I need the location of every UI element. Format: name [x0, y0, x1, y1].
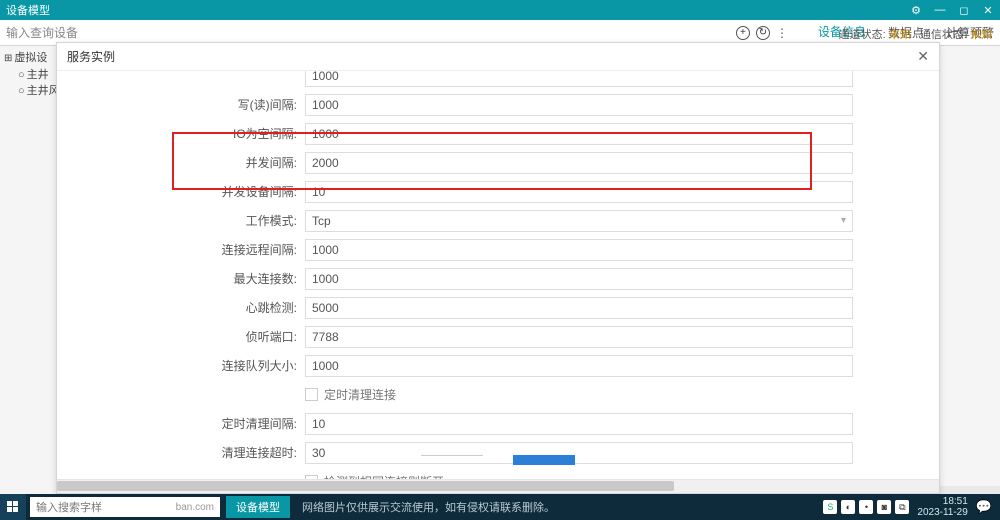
dialog-title: 服务实例	[67, 48, 115, 65]
window-title: 设备模型	[6, 2, 50, 18]
tray-icon-4[interactable]: ◙	[877, 500, 891, 514]
label-concurrent-device-interval: 并发设备间隔:	[57, 183, 305, 200]
close-icon[interactable]: ✕	[982, 4, 994, 16]
more-icon[interactable]: ⋮	[776, 26, 788, 40]
dialog-buttons-peek	[421, 455, 575, 465]
tray-icons: S ◐ • ◙ ⧉	[823, 500, 909, 514]
tray-icon-2[interactable]: ◐	[841, 500, 855, 514]
input-concurrent-interval[interactable]	[305, 152, 853, 174]
input-max-connections[interactable]	[305, 268, 853, 290]
form-row-io-empty-interval: IO为空间隔:	[57, 119, 939, 148]
device-tree[interactable]: 虚拟设 主井 主井风	[4, 50, 60, 99]
label-max-connections: 最大连接数:	[57, 270, 305, 287]
add-icon[interactable]: +	[736, 26, 750, 40]
form-row-concurrent-interval: 并发间隔:	[57, 148, 939, 177]
minimize-icon[interactable]: —	[934, 4, 946, 16]
settings-icon[interactable]: ⚙	[910, 4, 922, 16]
taskbar-clock[interactable]: 18:51 2023-11-29	[917, 496, 967, 518]
input-heartbeat[interactable]	[305, 297, 853, 319]
input-listen-port[interactable]	[305, 326, 853, 348]
label-work-mode: 工作模式:	[57, 212, 305, 229]
label-listen-port: 侦听端口:	[57, 328, 305, 345]
taskbar-app-label: 设备模型	[236, 499, 280, 515]
input-concurrent-device-interval[interactable]	[305, 181, 853, 203]
tray-icon-1[interactable]: S	[823, 500, 837, 514]
service-instance-dialog: 服务实例 ✕ 写(读)间隔: IO为空间隔: 并发间隔: 并发设备间隔:	[56, 42, 940, 494]
label-cleanup-interval: 定时清理间隔:	[57, 415, 305, 432]
notifications-icon[interactable]: 💬	[976, 499, 992, 515]
checkbox-scheduled-cleanup[interactable]	[305, 388, 318, 401]
input-io-empty-interval[interactable]	[305, 123, 853, 145]
os-taskbar: 输入搜索字样 ban.com 设备模型 网络图片仅供展示交流使用，如有侵权请联系…	[0, 494, 1000, 520]
tray-icon-3[interactable]: •	[859, 500, 873, 514]
clock-date: 2023-11-29	[917, 507, 967, 518]
window-titlebar: 设备模型 ⚙ — ◻ ✕	[0, 0, 1000, 20]
input-write-interval[interactable]	[305, 94, 853, 116]
settings-form: 写(读)间隔: IO为空间隔: 并发间隔: 并发设备间隔: 工作模式: Tcp	[57, 71, 939, 479]
dialog-body: 写(读)间隔: IO为空间隔: 并发间隔: 并发设备间隔: 工作模式: Tcp	[57, 71, 939, 479]
taskbar-search-placeholder: 输入搜索字样	[36, 499, 102, 515]
label-heartbeat: 心跳检测:	[57, 299, 305, 316]
input-partial[interactable]	[305, 71, 853, 87]
maximize-icon[interactable]: ◻	[958, 4, 970, 16]
form-row-write-interval: 写(读)间隔:	[57, 90, 939, 119]
input-cleanup-timeout[interactable]	[305, 442, 853, 464]
taskbar-app-active[interactable]: 设备模型	[226, 496, 290, 518]
form-row-listen-port: 侦听端口:	[57, 322, 939, 351]
tray-icon-5[interactable]: ⧉	[895, 500, 909, 514]
dialog-close-icon[interactable]: ✕	[917, 48, 929, 65]
comm-status-value: 未知	[970, 29, 992, 41]
input-queue-size[interactable]	[305, 355, 853, 377]
clock-time: 18:51	[917, 496, 967, 507]
channel-status-value: 未知	[889, 29, 911, 41]
form-row-max-connections: 最大连接数:	[57, 264, 939, 293]
channel-status-label: 通道状态:	[839, 29, 886, 41]
form-row-partial	[57, 71, 939, 90]
tree-node-1[interactable]: 主井	[18, 67, 60, 83]
cancel-button-peek[interactable]	[421, 455, 483, 465]
select-work-mode-value: Tcp	[312, 214, 331, 228]
select-work-mode[interactable]: Tcp ▾	[305, 210, 853, 232]
start-button[interactable]	[0, 494, 26, 520]
form-row-disconnect-duplicate: 检测到相同连接则断开	[57, 467, 939, 479]
tree-root[interactable]: 虚拟设	[4, 50, 60, 67]
label-remote-connect-interval: 连接远程间隔:	[57, 241, 305, 258]
label-write-interval: 写(读)间隔:	[57, 96, 305, 113]
input-remote-connect-interval[interactable]	[305, 239, 853, 261]
refresh-icon[interactable]: ↻	[756, 26, 770, 40]
form-row-scheduled-cleanup: 定时清理连接	[57, 380, 939, 409]
window-controls: ⚙ — ◻ ✕	[910, 4, 994, 16]
form-row-remote-connect-interval: 连接远程间隔:	[57, 235, 939, 264]
form-row-work-mode: 工作模式: Tcp ▾	[57, 206, 939, 235]
taskbar-search[interactable]: 输入搜索字样 ban.com	[30, 497, 220, 517]
form-row-concurrent-device-interval: 并发设备间隔:	[57, 177, 939, 206]
label-io-empty-interval: IO为空间隔:	[57, 125, 305, 142]
dialog-header: 服务实例 ✕	[57, 43, 939, 71]
checkbox-scheduled-cleanup-label: 定时清理连接	[324, 386, 396, 403]
chevron-down-icon: ▾	[841, 215, 846, 226]
dialog-hscrollbar[interactable]	[57, 479, 939, 493]
device-search-input[interactable]: 输入查询设备	[6, 24, 146, 41]
system-tray: S ◐ • ◙ ⧉ 18:51 2023-11-29 💬	[823, 496, 1000, 518]
label-queue-size: 连接队列大小:	[57, 357, 305, 374]
comm-status-label: 通信状态:	[920, 29, 967, 41]
taskbar-search-source: ban.com	[176, 502, 214, 513]
form-row-queue-size: 连接队列大小:	[57, 351, 939, 380]
toolbar-icons: + ↻ ⋮	[736, 26, 788, 40]
watermark-note: 网络图片仅供展示交流使用，如有侵权请联系删除。	[302, 499, 555, 515]
status-strip: 通道状态: 未知 通信状态: 未知	[839, 26, 992, 42]
confirm-button-peek[interactable]	[513, 455, 575, 465]
form-row-heartbeat: 心跳检测:	[57, 293, 939, 322]
label-concurrent-interval: 并发间隔:	[57, 154, 305, 171]
tree-node-2[interactable]: 主井风	[18, 83, 60, 99]
form-row-cleanup-interval: 定时清理间隔:	[57, 409, 939, 438]
label-cleanup-timeout: 清理连接超时:	[57, 444, 305, 461]
input-cleanup-interval[interactable]	[305, 413, 853, 435]
